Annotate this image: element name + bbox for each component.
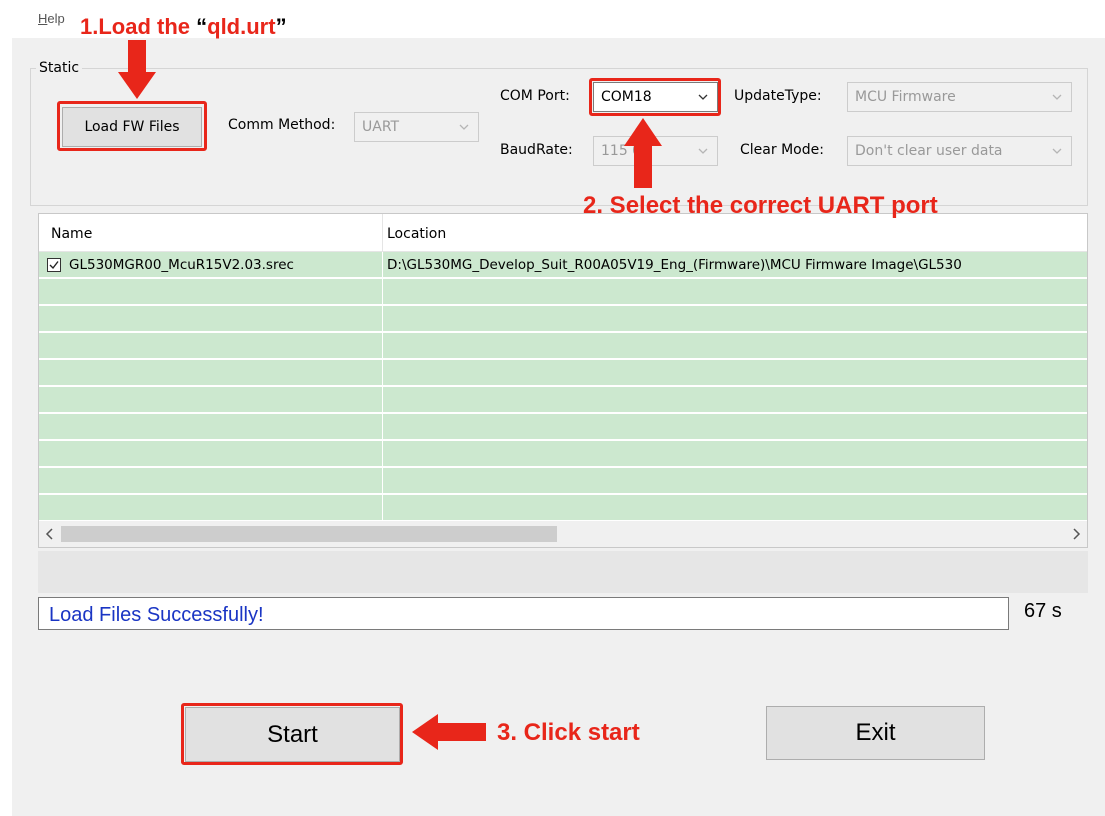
column-divider — [382, 252, 383, 277]
empty-row — [39, 468, 1087, 494]
empty-row — [39, 360, 1087, 386]
com-port-label: COM Port: — [500, 88, 570, 104]
comm-method-label: Comm Method: — [228, 117, 336, 133]
elapsed-time: 67 s — [1024, 600, 1062, 622]
chevron-down-icon — [1051, 91, 1063, 103]
scroll-right-arrow-icon[interactable] — [1069, 524, 1083, 544]
column-divider — [382, 214, 383, 252]
column-header-name[interactable]: Name — [51, 226, 92, 242]
column-divider — [382, 495, 383, 520]
com-port-select[interactable]: COM18 — [593, 82, 718, 112]
step2-annotation: 2. Select the correct UART port — [583, 192, 938, 219]
load-fw-files-button[interactable]: Load FW Files — [62, 107, 202, 147]
column-divider — [382, 414, 383, 439]
column-divider — [382, 333, 383, 358]
empty-row — [39, 495, 1087, 521]
row-checkbox[interactable] — [47, 258, 61, 272]
status-field: Load Files Successfully! — [38, 597, 1009, 630]
com-port-value: COM18 — [601, 89, 652, 105]
scrollbar-thumb[interactable] — [61, 526, 557, 542]
exit-button[interactable]: Exit — [766, 706, 985, 760]
column-divider — [382, 387, 383, 412]
update-type-value: MCU Firmware — [855, 89, 956, 105]
progress-bar — [38, 551, 1088, 593]
empty-row — [39, 414, 1087, 440]
clear-mode-select: Don't clear user data — [847, 136, 1072, 166]
empty-row — [39, 333, 1087, 359]
column-divider — [382, 306, 383, 331]
arrow-left-icon — [412, 714, 486, 750]
chevron-down-icon — [458, 121, 470, 133]
arrow-up-icon — [624, 118, 662, 188]
comm-method-value: UART — [362, 119, 400, 135]
chevron-down-icon — [697, 91, 709, 103]
update-type-select: MCU Firmware — [847, 82, 1072, 112]
step1-annotation: 1.Load the “qld.urt” — [80, 14, 287, 40]
empty-row — [39, 306, 1087, 332]
step1-text: 1.Load the — [80, 14, 197, 39]
column-divider — [382, 441, 383, 466]
column-divider — [382, 468, 383, 493]
chevron-down-icon — [1051, 145, 1063, 157]
scroll-left-arrow-icon[interactable] — [43, 524, 57, 544]
column-header-location[interactable]: Location — [387, 226, 446, 242]
chevron-down-icon — [697, 145, 709, 157]
step1-quote-close: ” — [275, 14, 287, 39]
clear-mode-value: Don't clear user data — [855, 143, 1003, 159]
list-rows: GL530MGR00_McuR15V2.03.srec D:\GL530MG_D… — [39, 252, 1087, 521]
menu-help-accelerator: H — [38, 11, 48, 26]
status-message: Load Files Successfully! — [49, 604, 264, 626]
column-divider — [382, 360, 383, 385]
menu-help[interactable]: Help — [38, 11, 65, 26]
baud-rate-label: BaudRate: — [500, 142, 573, 158]
update-type-label: UpdateType: — [734, 88, 822, 104]
empty-row — [39, 279, 1087, 305]
clear-mode-label: Clear Mode: — [740, 142, 824, 158]
empty-row — [39, 387, 1087, 413]
table-row[interactable]: GL530MGR00_McuR15V2.03.srec D:\GL530MG_D… — [39, 252, 1087, 278]
arrow-down-icon — [118, 40, 156, 99]
start-button[interactable]: Start — [185, 707, 400, 762]
column-divider — [382, 279, 383, 304]
file-name-cell: GL530MGR00_McuR15V2.03.srec — [69, 257, 294, 273]
step1-quote-open: “ — [196, 14, 208, 39]
comm-method-select: UART — [354, 112, 479, 142]
step3-annotation: 3. Click start — [497, 719, 640, 746]
empty-row — [39, 441, 1087, 467]
step1-filename: qld.urt — [207, 14, 276, 39]
firmware-file-list[interactable]: Name Location GL530MGR00_McuR15V2.03.sre… — [38, 213, 1088, 548]
file-location-cell: D:\GL530MG_Develop_Suit_R00A05V19_Eng_(F… — [387, 257, 962, 273]
menu-help-label: elp — [47, 11, 65, 26]
static-group-title: Static — [36, 60, 83, 76]
horizontal-scrollbar[interactable] — [39, 521, 1087, 547]
